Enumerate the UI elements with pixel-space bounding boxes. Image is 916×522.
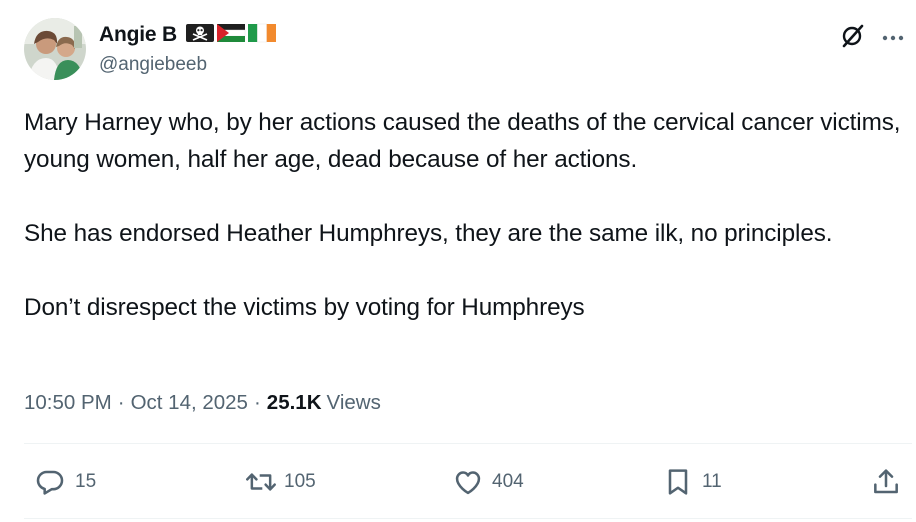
handle[interactable]: @angiebeeb (99, 54, 207, 76)
like-count: 404 (492, 471, 524, 492)
tweet-header: Angie B @angiebeeb (24, 18, 904, 82)
tweet-metadata: 10:50 PM · Oct 14, 2025 · 25.1K Views (24, 388, 381, 418)
tweet-paragraph: She has endorsed Heather Humphreys, they… (24, 220, 833, 247)
flag-emojis (185, 22, 277, 49)
action-bar: 15 105 404 11 (24, 458, 910, 506)
tweet-text: Mary Harney who, by her actions caused t… (24, 104, 910, 326)
bookmark-count: 11 (702, 471, 722, 492)
more-icon (881, 29, 905, 47)
divider (24, 443, 912, 444)
heart-icon (452, 466, 484, 498)
reply-count: 15 (75, 471, 97, 492)
separator: · (117, 391, 125, 414)
reply-icon (34, 466, 66, 498)
separator: · (253, 391, 261, 414)
ireland-flag-icon (247, 22, 277, 49)
reply-button[interactable]: 15 (34, 458, 96, 506)
views-count: 25.1K (266, 391, 322, 414)
tweet-time[interactable]: 10:50 PM (24, 391, 112, 415)
more-button[interactable] (877, 22, 909, 54)
display-name[interactable]: Angie B (99, 23, 177, 47)
pirate-flag-icon (185, 22, 215, 49)
bookmark-icon (662, 466, 694, 498)
grok-icon (840, 23, 866, 54)
grok-button[interactable] (837, 22, 869, 54)
bookmark-button[interactable]: 11 (662, 458, 722, 506)
repost-icon (244, 466, 278, 498)
name-row: Angie B (99, 20, 277, 50)
tweet-paragraph: Mary Harney who, by her actions caused t… (24, 109, 901, 173)
tweet-date[interactable]: Oct 14, 2025 (131, 391, 248, 415)
divider (24, 518, 912, 519)
like-button[interactable]: 404 (452, 458, 524, 506)
views-label: Views (326, 391, 381, 414)
palestine-flag-icon (216, 22, 246, 49)
share-button[interactable] (870, 458, 902, 506)
tweet-paragraph: Don’t disrespect the victims by voting f… (24, 294, 585, 321)
share-icon (870, 466, 902, 498)
repost-button[interactable]: 105 (244, 458, 316, 506)
avatar[interactable] (24, 18, 86, 80)
repost-count: 105 (284, 471, 316, 492)
